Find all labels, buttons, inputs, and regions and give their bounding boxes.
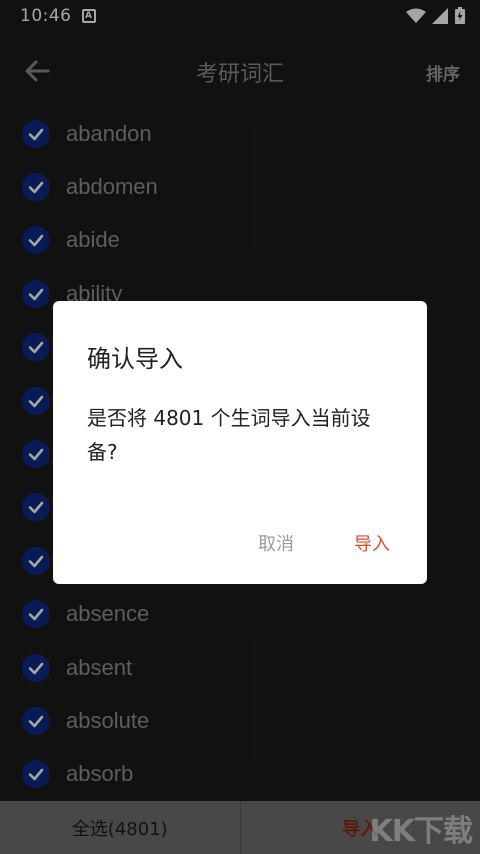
watermark-logo: KK下载 [369,814,473,849]
confirm-import-button[interactable]: 导入 [354,530,390,556]
dialog-title: 确认导入 [87,345,183,373]
dialog-message: 是否将 4801 个生词导入当前设备? [87,406,371,464]
confirm-import-dialog: 确认导入 是否将 4801 个生词导入当前设备? 取消 导入 [53,301,427,584]
cancel-button[interactable]: 取消 [258,530,294,556]
